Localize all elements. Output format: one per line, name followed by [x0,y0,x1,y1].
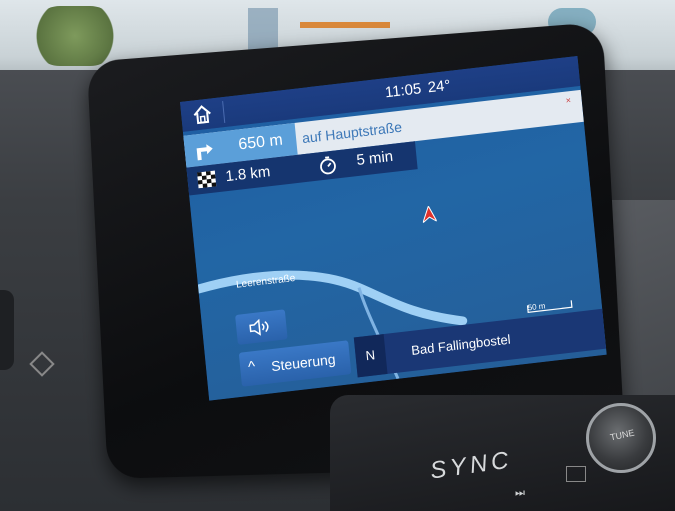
vehicle-position-icon [421,205,436,223]
chevron-up-icon: ^ [247,358,256,376]
outside-temperature: 24° [427,77,451,97]
skip-forward-button[interactable]: ⏭ [515,487,525,500]
tree-background [30,6,120,66]
stopwatch-icon [318,154,338,176]
maneuver-distance: 650 m [238,131,284,154]
air-vent [0,290,14,370]
audio-button[interactable] [235,309,288,345]
close-icon[interactable]: × [565,95,571,106]
turn-right-arrow-icon [192,138,216,162]
garage-shelf-beam [300,22,390,28]
remaining-distance: 1.8 km [225,163,271,185]
checkered-flag-icon [197,170,216,188]
compass-button[interactable]: N [354,334,388,377]
steering-label: Steuerung [270,351,336,374]
clock: 11:05 [384,80,422,101]
remaining-time: 5 min [356,148,394,169]
speaker-icon [248,317,276,338]
destination-name: Bad Fallingbostel [411,332,512,358]
divider [222,101,225,123]
infotainment-screen: 11:05 24° 650 m auf Hauptstraße × 1.8 km… [180,56,607,401]
home-icon[interactable] [190,102,214,126]
compass-heading: N [365,347,376,363]
maneuver-street: auf Hauptstraße [301,119,402,146]
eject-button[interactable] [566,466,586,482]
